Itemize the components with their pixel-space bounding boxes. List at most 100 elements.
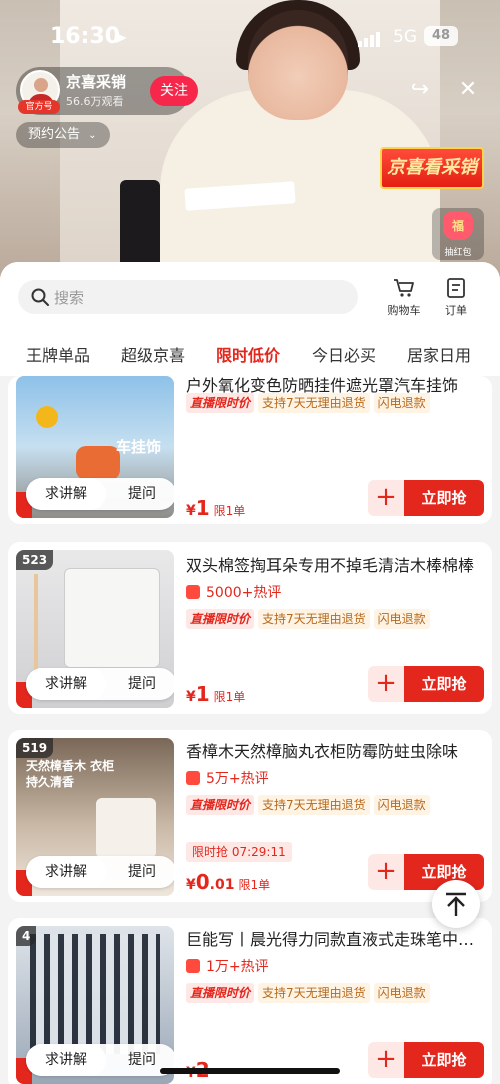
product-image[interactable]: 4 求讲解 提问 xyxy=(16,926,174,1084)
search-icon xyxy=(31,288,49,306)
tag-return-policy: 支持7天无理由退货 xyxy=(258,393,370,413)
add-to-cart-button[interactable]: + xyxy=(368,854,404,890)
product-title[interactable]: 香樟木天然樟脑丸衣柜防霉防蛀虫除味 xyxy=(186,738,478,762)
search-input[interactable]: 搜索 xyxy=(18,280,358,314)
ask-bar: 求讲解 提问 xyxy=(26,668,174,700)
live-video[interactable]: 16:30 ➤ 5G 48 官方号 京喜采销 56.6万观看 关注 预约公告 ⌄… xyxy=(0,0,500,280)
flash-sale-countdown: 限时抢 07:29:11 xyxy=(186,842,292,862)
product-title[interactable]: 巨能写丨晨光得力同款直液式走珠笔中性笔 xyxy=(186,926,478,950)
follow-button[interactable]: 关注 xyxy=(150,76,198,106)
scroll-to-top-button[interactable] xyxy=(432,880,480,928)
add-to-cart-button[interactable]: + xyxy=(368,1042,404,1078)
tag-flash-refund: 闪电退款 xyxy=(373,609,430,629)
request-explain-button[interactable]: 求讲解 xyxy=(26,668,106,700)
home-indicator[interactable] xyxy=(160,1068,340,1074)
price-integer: 1 xyxy=(195,496,210,520)
battery-icon: 48 xyxy=(424,26,458,46)
tag-live-price: 直播限时价 xyxy=(186,983,255,1003)
buy-now-button[interactable]: 立即抢 xyxy=(404,480,484,516)
notice-button[interactable]: 预约公告 ⌄ xyxy=(16,122,110,148)
viewer-count: 56.6万观看 xyxy=(66,95,124,108)
thumb-caption: 车挂饰 xyxy=(116,438,162,456)
tag-flash-refund: 闪电退款 xyxy=(373,795,430,815)
limit-text: 限1单 xyxy=(213,504,246,518)
hot-review-count: 5万+热评 xyxy=(186,768,269,788)
status-time: 16:30 xyxy=(50,24,121,49)
product-tags: 直播限时价 支持7天无理由退货 闪电退款 xyxy=(186,794,434,815)
arrow-up-icon xyxy=(446,892,466,916)
product-image[interactable]: 车挂饰 求讲解 提问 xyxy=(16,376,174,518)
anchor-name: 京喜采销 xyxy=(66,73,127,91)
tab-ace-items[interactable]: 王牌单品 xyxy=(26,342,90,366)
hot-review-count: 5000+热评 xyxy=(186,582,281,602)
add-to-cart-button[interactable]: + xyxy=(368,666,404,702)
tag-live-price: 直播限时价 xyxy=(186,795,255,815)
product-price: ¥1 限1单 xyxy=(186,682,246,706)
orders-icon xyxy=(447,278,465,298)
lucky-bag-button[interactable]: 福 抽红包 xyxy=(432,208,484,260)
pens-shape xyxy=(30,934,160,1054)
ask-bar: 求讲解 提问 xyxy=(26,478,174,510)
product-image[interactable]: 523 求讲解 提问 xyxy=(16,550,174,708)
brand-tag: 京喜看采销 xyxy=(380,147,484,189)
rank-badge: 519 xyxy=(16,738,54,758)
request-explain-button[interactable]: 求讲解 xyxy=(26,856,106,888)
panel-header: 搜索 购物车 订单 王牌单品 超级京喜 限时低价 今日必买 居家日用 xyxy=(0,262,500,376)
tag-return-policy: 支持7天无理由退货 xyxy=(258,983,370,1003)
ornament-shape xyxy=(76,446,120,480)
product-price: ¥1 限1单 xyxy=(186,496,246,520)
thumbs-up-icon xyxy=(186,585,200,599)
price-integer: 1 xyxy=(195,682,210,706)
lucky-bag-label: 抽红包 xyxy=(444,248,472,258)
category-tabs: 王牌单品 超级京喜 限时低价 今日必买 居家日用 xyxy=(0,338,500,372)
cart-label: 购物车 xyxy=(387,304,421,317)
add-to-cart-button[interactable]: + xyxy=(368,480,404,516)
network-type: 5G xyxy=(393,27,417,47)
product-image[interactable]: 天然樟香木 衣柜持久清香 519 求讲解 提问 xyxy=(16,738,174,896)
buy-now-button[interactable]: 立即抢 xyxy=(404,1042,484,1078)
thumbs-up-icon xyxy=(186,771,200,785)
ask-question-button[interactable]: 提问 xyxy=(108,478,174,510)
ask-question-button[interactable]: 提问 xyxy=(108,668,174,700)
signal-icon xyxy=(358,28,384,47)
close-icon[interactable]: ✕ xyxy=(456,78,480,102)
limit-text: 限1单 xyxy=(238,878,271,892)
ask-bar: 求讲解 提问 xyxy=(26,1044,174,1076)
product-card[interactable]: 4 求讲解 提问 巨能写丨晨光得力同款直液式走珠笔中性笔 1万+热评 直播限时价… xyxy=(8,918,492,1084)
orders-label: 订单 xyxy=(445,304,467,317)
search-placeholder: 搜索 xyxy=(54,289,85,307)
product-card[interactable]: 车挂饰 求讲解 提问 户外氧化变色防晒挂件遮光罩汽车挂饰 直播限时价 支持7天无理… xyxy=(8,376,492,524)
sun-badge-icon xyxy=(36,406,58,428)
tab-must-buy-today[interactable]: 今日必买 xyxy=(312,342,376,366)
request-explain-button[interactable]: 求讲解 xyxy=(26,1044,106,1076)
rank-badge: 523 xyxy=(16,550,54,570)
tag-flash-refund: 闪电退款 xyxy=(373,983,430,1003)
tab-super-jingxi[interactable]: 超级京喜 xyxy=(121,342,185,366)
product-card[interactable]: 天然樟香木 衣柜持久清香 519 求讲解 提问 香樟木天然樟脑丸衣柜防霉防蛀虫除… xyxy=(8,730,492,902)
request-explain-button[interactable]: 求讲解 xyxy=(26,478,106,510)
tag-return-policy: 支持7天无理由退货 xyxy=(258,795,370,815)
official-badge: 官方号 xyxy=(18,100,60,114)
tag-live-price: 直播限时价 xyxy=(186,393,255,413)
share-icon[interactable]: ↪ xyxy=(408,78,432,102)
product-panel: 搜索 购物车 订单 王牌单品 超级京喜 限时低价 今日必买 居家日用 车挂饰 求… xyxy=(0,262,500,1084)
tab-limited-low-price[interactable]: 限时低价 xyxy=(216,342,280,366)
cotton-swab-shape xyxy=(34,574,38,670)
ask-bar: 求讲解 提问 xyxy=(26,856,174,888)
status-bar: 16:30 ➤ 5G 48 xyxy=(0,24,500,52)
thumbs-up-icon xyxy=(186,959,200,973)
tag-live-price: 直播限时价 xyxy=(186,609,255,629)
cotton-swab-pack xyxy=(64,568,160,668)
product-card[interactable]: 523 求讲解 提问 双头棉签掏耳朵专用不掉毛清洁木棒棉棒 5000+热评 直播… xyxy=(8,542,492,714)
tab-home-daily[interactable]: 居家日用 xyxy=(407,342,471,366)
limit-text: 限1单 xyxy=(213,690,246,704)
buy-now-button[interactable]: 立即抢 xyxy=(404,666,484,702)
product-title[interactable]: 双头棉签掏耳朵专用不掉毛清洁木棒棉棒 xyxy=(186,552,478,576)
price-integer: 0 xyxy=(195,870,210,894)
anchor-info[interactable]: 官方号 京喜采销 56.6万观看 关注 xyxy=(16,67,198,115)
orders-button[interactable]: 订单 xyxy=(434,276,478,318)
ask-question-button[interactable]: 提问 xyxy=(108,856,174,888)
cart-button[interactable]: 购物车 xyxy=(382,276,426,318)
notice-label: 预约公告 xyxy=(28,127,81,142)
lucky-bag-icon: 福 xyxy=(443,212,473,240)
